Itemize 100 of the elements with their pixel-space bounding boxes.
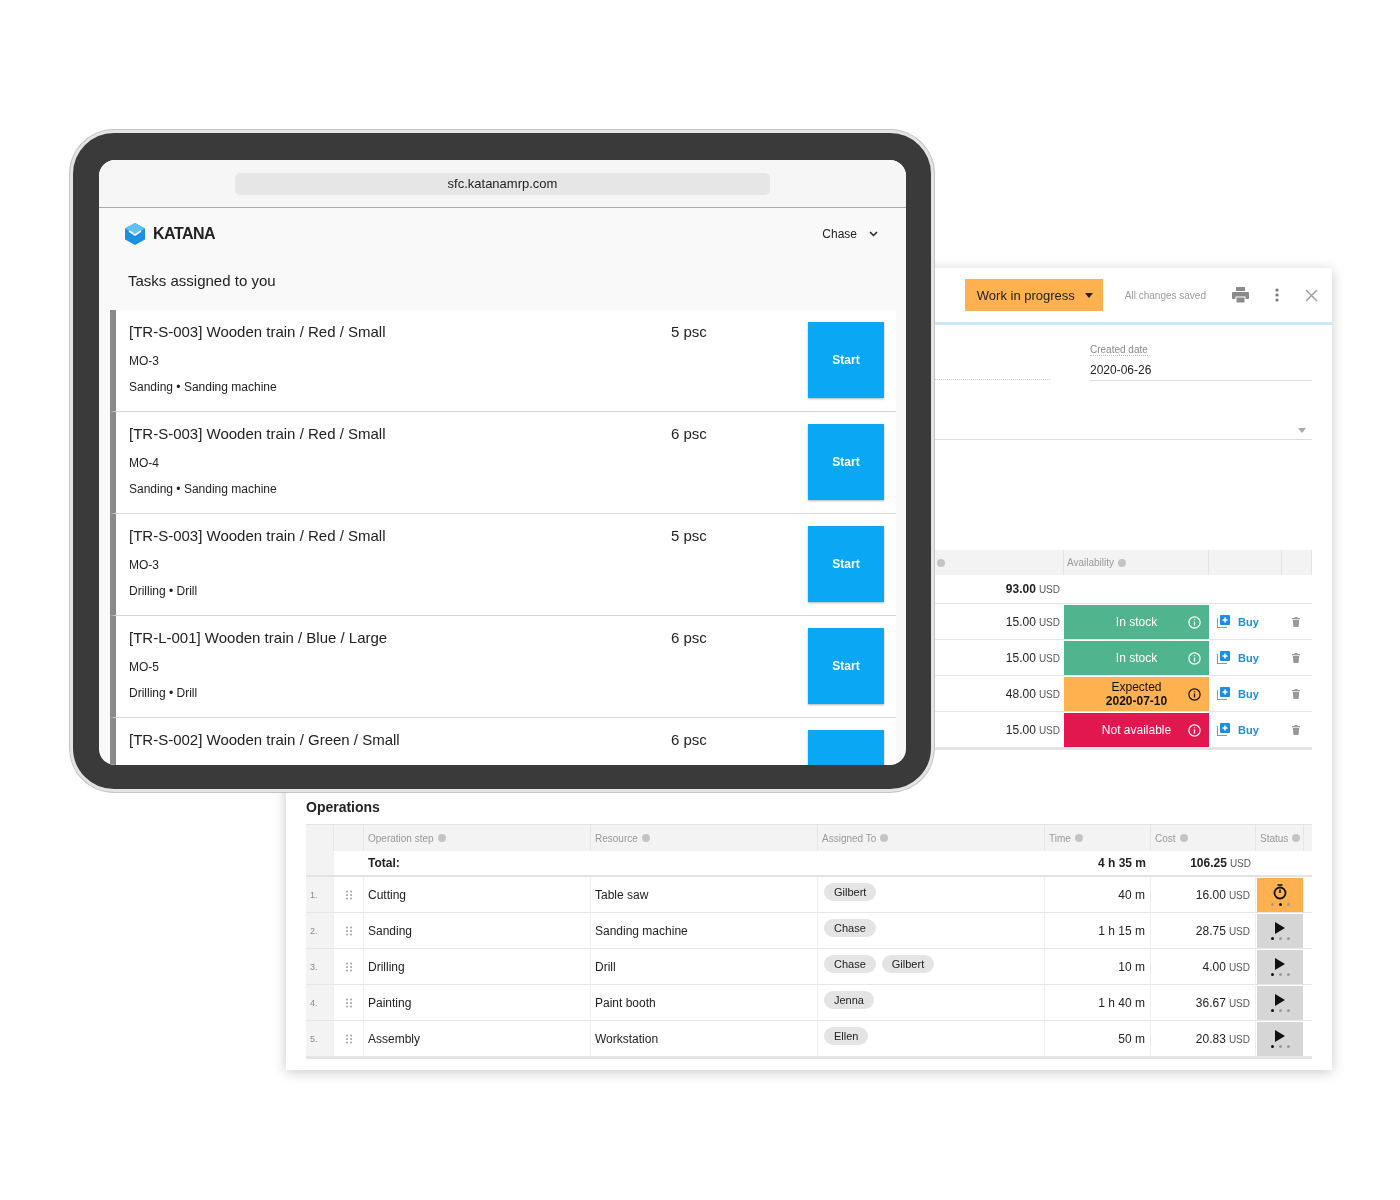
task-card[interactable]: [TR-L-001] Wooden train / Blue / Large MO-5 Drilling • Drill 6 psc Start <box>110 616 896 718</box>
task-quantity: 6 psc <box>671 731 707 748</box>
step-cell: Painting <box>368 995 412 1010</box>
task-quantity: 5 psc <box>671 323 707 340</box>
add-icon <box>1217 615 1230 628</box>
task-details: Sanding • Sanding machine <box>129 482 278 496</box>
column-header: Resource <box>595 832 638 844</box>
column-header: Availability <box>1067 557 1115 568</box>
total-cost: 93.00 USD <box>1005 582 1060 596</box>
info-icon <box>937 558 945 567</box>
add-icon <box>1217 651 1230 664</box>
info-icon <box>1179 834 1188 842</box>
resource-cell: Paint booth <box>595 995 656 1010</box>
status-button[interactable] <box>1257 877 1303 912</box>
assignee-chip[interactable]: Ellen <box>824 1026 869 1045</box>
user-menu[interactable]: Chase <box>822 227 878 241</box>
cost-cell: 4.00 USD <box>1202 959 1250 974</box>
total-time: 4 h 35 m <box>1097 856 1146 870</box>
total-label: Total: <box>368 856 400 870</box>
task-title: [TR-S-003] Wooden train / Red / Small <box>129 323 387 340</box>
availability-badge: In stock <box>1064 640 1209 675</box>
time-cell: 40 m <box>1118 887 1145 902</box>
cost-cell: 36.67 USD <box>1195 995 1250 1010</box>
trash-icon[interactable] <box>1292 616 1300 627</box>
section-title: Operations <box>306 799 381 815</box>
row-number: 5. <box>306 1021 334 1057</box>
order-number: MO-4 <box>129 456 160 470</box>
drag-handle-icon[interactable] <box>345 961 352 972</box>
assignee-chip[interactable]: Chase <box>824 954 876 973</box>
resource-cell: Table saw <box>595 887 649 902</box>
play-icon <box>1275 957 1285 970</box>
resource-cell: Workstation <box>595 1031 659 1046</box>
row-number: 1. <box>306 877 334 913</box>
info-icon <box>1074 834 1083 842</box>
status-button[interactable] <box>1257 1021 1303 1056</box>
caret-icon <box>1298 427 1306 433</box>
cost-cell: 20.83 USD <box>1195 1031 1250 1046</box>
play-icon <box>1275 993 1285 1006</box>
cost-cell: 15.00 USD <box>1005 650 1060 665</box>
status-dropdown[interactable]: Work in progress <box>964 279 1103 311</box>
status-button[interactable] <box>1257 913 1303 948</box>
column-header: Assigned To <box>822 832 877 844</box>
close-button[interactable] <box>1305 288 1318 302</box>
availability-badge: Not available <box>1064 712 1209 747</box>
step-cell: Sanding <box>368 923 413 938</box>
cost-cell: 16.00 USD <box>1195 887 1250 902</box>
trash-icon[interactable] <box>1292 688 1300 699</box>
task-quantity: 5 psc <box>671 527 707 544</box>
resource-cell: Drill <box>595 959 616 974</box>
column-header: Status <box>1260 832 1289 844</box>
task-card[interactable]: [TR-S-003] Wooden train / Red / Small MO-3 Sanding • Sanding machine 5 psc Start <box>110 310 896 412</box>
time-cell: 1 h 15 m <box>1098 923 1145 938</box>
cost-cell: 15.00 USD <box>1005 614 1060 629</box>
task-card[interactable]: [TR-S-003] Wooden train / Red / Small MO-3 Drilling • Drill 5 psc Start <box>110 514 896 616</box>
cube-logo-icon <box>125 223 145 245</box>
print-button[interactable] <box>1232 287 1249 303</box>
trash-icon[interactable] <box>1292 652 1300 663</box>
info-icon[interactable] <box>1188 687 1201 701</box>
play-icon <box>1275 921 1285 934</box>
task-card[interactable]: [TR-S-002] Wooden train / Green / Small 6 psc <box>110 718 896 765</box>
task-details: Sanding • Sanding machine <box>129 380 278 394</box>
info-icon <box>1292 834 1301 842</box>
created-date-field[interactable]: Created date 2020-06-26 <box>1090 339 1312 381</box>
address-bar[interactable]: sfc.katanamrp.com <box>235 172 770 195</box>
assignee-chip[interactable]: Gilbert <box>824 882 877 901</box>
assignee-chip[interactable]: Chase <box>824 918 876 937</box>
drag-handle-icon[interactable] <box>345 997 352 1008</box>
step-cell: Drilling <box>368 959 405 974</box>
drag-handle-icon[interactable] <box>345 889 352 900</box>
task-title: [TR-S-002] Wooden train / Green / Small <box>129 731 401 748</box>
chevron-icon <box>869 231 878 237</box>
row-number: 4. <box>306 985 334 1021</box>
assignee-chip[interactable]: Gilbert <box>881 954 935 973</box>
availability-badge: In stock <box>1064 604 1209 639</box>
more-button[interactable] <box>1275 288 1279 302</box>
resource-cell: Sanding machine <box>595 923 688 938</box>
status-button[interactable] <box>1257 985 1303 1020</box>
task-card[interactable]: [TR-S-003] Wooden train / Red / Small MO-4 Sanding • Sanding machine 6 psc Start <box>110 412 896 514</box>
order-number: MO-3 <box>129 354 160 368</box>
play-icon <box>1275 1029 1285 1042</box>
order-number: MO-5 <box>129 660 160 674</box>
total-cost: 106.25 USD <box>1190 856 1251 870</box>
drag-handle-icon[interactable] <box>345 1033 352 1044</box>
trash-icon[interactable] <box>1292 724 1300 735</box>
table-header-cell <box>1282 550 1312 575</box>
availability-badge: Expected 2020-07-10 <box>1064 676 1209 711</box>
caret-icon <box>1084 292 1093 298</box>
add-icon <box>1217 723 1230 736</box>
info-icon <box>641 834 650 842</box>
step-cell: Cutting <box>368 887 407 902</box>
brand-name: KATANA <box>153 225 217 243</box>
drag-handle-icon[interactable] <box>345 925 352 936</box>
add-icon <box>1217 687 1230 700</box>
time-cell: 1 h 40 m <box>1098 995 1145 1010</box>
task-details: Drilling • Drill <box>129 686 199 700</box>
row-number: 2. <box>306 913 334 949</box>
column-header: Operation step <box>368 832 434 844</box>
status-button[interactable] <box>1257 949 1303 984</box>
assignee-chip[interactable]: Jenna <box>824 990 874 1009</box>
column-header: Cost <box>1155 832 1176 844</box>
